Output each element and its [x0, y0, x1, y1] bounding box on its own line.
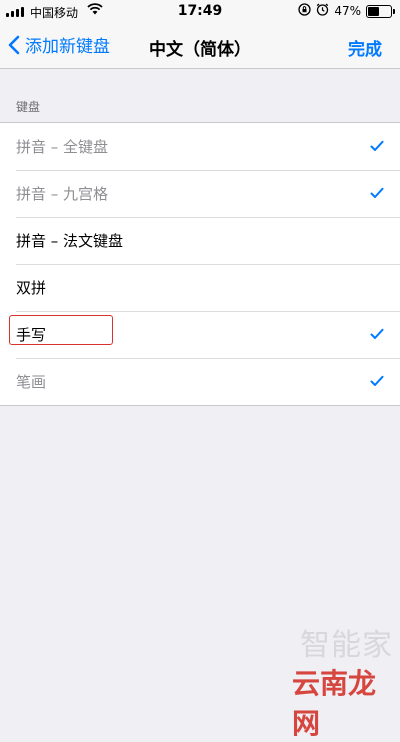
section-header: 键盘 — [16, 100, 41, 114]
checkmark-icon — [370, 140, 384, 151]
checkmark-icon — [370, 375, 384, 386]
rotation-lock-icon — [298, 3, 311, 19]
keyboard-label: 拼音 – 九宫格 — [16, 185, 109, 203]
keyboard-row-stroke[interactable]: 笔画 — [0, 358, 400, 405]
watermark-text: 云南龙网 — [292, 667, 377, 740]
keyboard-row-pinyin-french[interactable]: 拼音 – 法文键盘 — [0, 217, 400, 264]
page-title: 中文（简体） — [149, 40, 251, 60]
highlight-box — [9, 315, 113, 345]
keyboard-list: 拼音 – 全键盘 拼音 – 九宫格 拼音 – 法文键盘 双拼 手写 笔画 — [0, 122, 400, 406]
navigation-bar: 添加新键盘 中文（简体） 完成 — [0, 24, 400, 69]
watermark-logo-text: 智能家 — [300, 628, 393, 663]
alarm-icon — [316, 3, 329, 19]
keyboard-row-shuangpin[interactable]: 双拼 — [0, 264, 400, 311]
keyboard-row-pinyin-9key[interactable]: 拼音 – 九宫格 — [0, 170, 400, 217]
checkmark-icon — [370, 187, 384, 198]
battery-icon — [366, 4, 395, 18]
checkmark-icon — [370, 328, 384, 339]
keyboard-label: 拼音 – 全键盘 — [16, 138, 109, 156]
keyboard-label: 拼音 – 法文键盘 — [16, 232, 124, 250]
battery-percent: 47% — [334, 4, 361, 18]
keyboard-label: 笔画 — [16, 373, 47, 391]
status-bar: 中国移动 17:49 47% — [0, 0, 400, 24]
done-button[interactable]: 完成 — [348, 35, 382, 60]
keyboard-row-pinyin-full[interactable]: 拼音 – 全键盘 — [0, 123, 400, 170]
keyboard-label: 双拼 — [16, 279, 47, 297]
